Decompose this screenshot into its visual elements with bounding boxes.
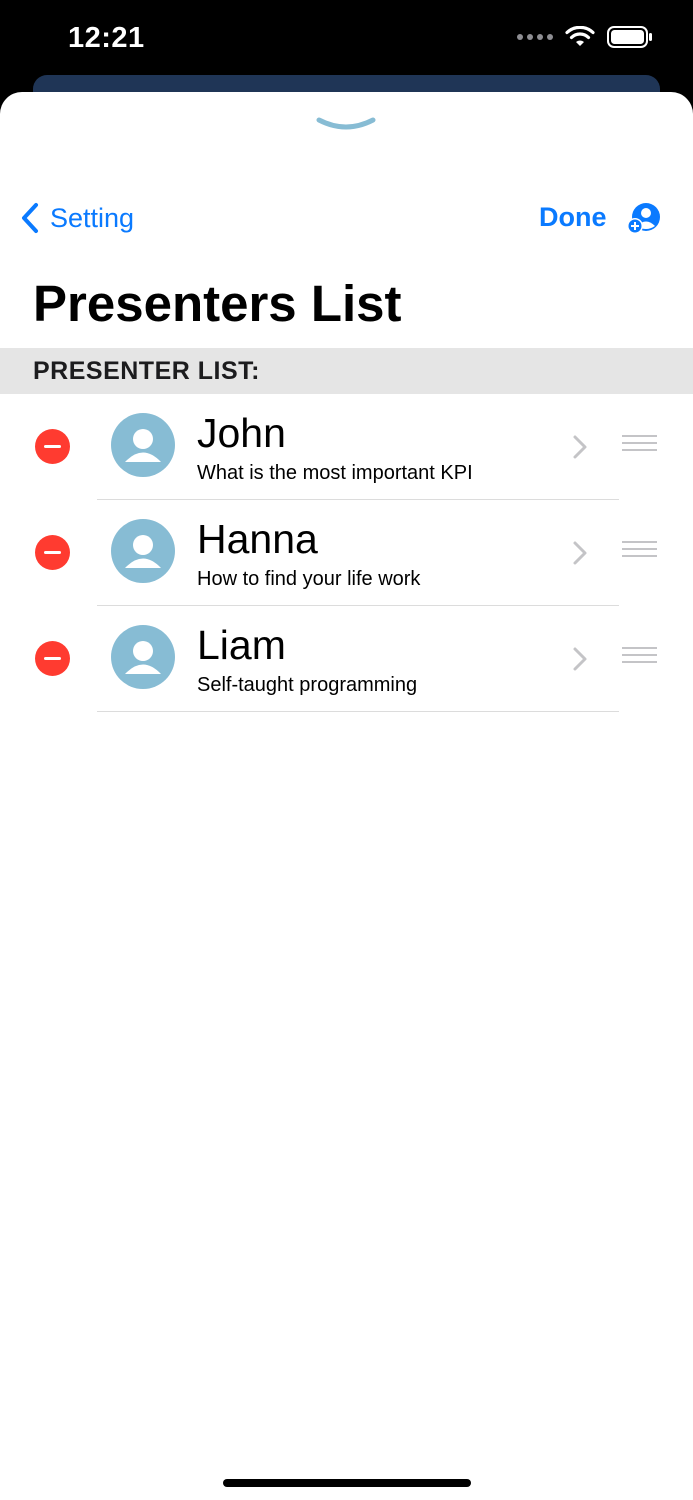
status-icons bbox=[517, 26, 653, 48]
delete-button[interactable] bbox=[35, 429, 70, 464]
list-item[interactable]: John What is the most important KPI bbox=[0, 394, 693, 500]
presenter-name: Liam bbox=[197, 622, 286, 668]
presenter-topic: What is the most important KPI bbox=[197, 462, 473, 484]
person-add-icon[interactable] bbox=[626, 202, 662, 236]
reorder-grip-icon[interactable] bbox=[622, 541, 657, 562]
presenter-name: Hanna bbox=[197, 516, 318, 562]
person-icon bbox=[125, 641, 161, 674]
done-button[interactable]: Done bbox=[539, 202, 607, 233]
presenter-list: John What is the most important KPI Hann… bbox=[0, 394, 693, 712]
avatar bbox=[111, 519, 175, 583]
reorder-grip-icon[interactable] bbox=[622, 435, 657, 456]
chevron-right-icon[interactable] bbox=[572, 540, 588, 566]
modal-sheet: Setting Done Presenters List PRESENTER L… bbox=[0, 92, 693, 1500]
status-bar: 12:21 bbox=[0, 0, 693, 80]
presenter-topic: Self-taught programming bbox=[197, 674, 418, 696]
signal-icon bbox=[517, 34, 553, 40]
wifi-icon bbox=[565, 26, 595, 46]
status-time: 12:21 bbox=[68, 22, 145, 54]
page-title: Presenters List bbox=[33, 275, 402, 332]
battery-icon bbox=[607, 26, 652, 48]
avatar bbox=[111, 625, 175, 689]
chevron-down-icon[interactable] bbox=[316, 116, 376, 136]
section-header: PRESENTER LIST: bbox=[0, 348, 693, 394]
list-item[interactable]: Hanna How to find your life work bbox=[0, 500, 693, 606]
presenter-name: John bbox=[197, 410, 286, 456]
home-indicator bbox=[223, 1479, 471, 1487]
person-icon bbox=[125, 429, 161, 462]
presenter-topic: How to find your life work bbox=[197, 568, 421, 590]
chevron-right-icon[interactable] bbox=[572, 434, 588, 460]
delete-button[interactable] bbox=[35, 641, 70, 676]
reorder-grip-icon[interactable] bbox=[622, 647, 657, 668]
avatar bbox=[111, 413, 175, 477]
chevron-right-icon[interactable] bbox=[572, 646, 588, 672]
divider bbox=[97, 711, 619, 712]
person-icon bbox=[125, 535, 161, 568]
chevron-left-icon bbox=[22, 203, 38, 233]
delete-button[interactable] bbox=[35, 535, 70, 570]
section-header-label: PRESENTER LIST: bbox=[33, 357, 260, 385]
list-item[interactable]: Liam Self-taught programming bbox=[0, 606, 693, 712]
back-button-label: Setting bbox=[50, 202, 135, 233]
back-button[interactable]: Setting bbox=[20, 202, 134, 234]
